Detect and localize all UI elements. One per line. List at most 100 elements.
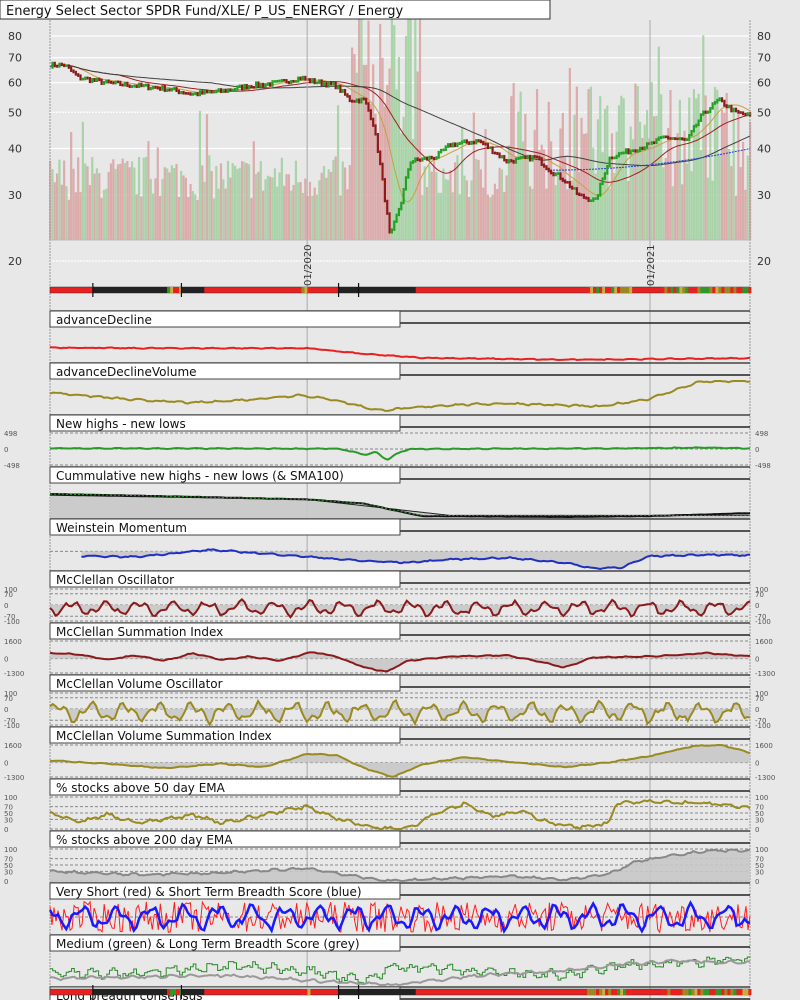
volume-bar [510, 96, 513, 240]
price-candle [439, 148, 443, 154]
price-candle [271, 80, 274, 87]
volume-bar [692, 89, 696, 240]
volume-bar [564, 156, 567, 240]
volume-bar [519, 91, 522, 241]
price-candle [465, 139, 468, 144]
price-candle [411, 160, 415, 164]
price-candle [360, 97, 363, 104]
level-label-right: -100 [755, 722, 771, 730]
volume-bar [428, 165, 431, 240]
volume-bar [372, 64, 375, 240]
price-candle [98, 77, 101, 82]
volume-bar [226, 160, 230, 240]
price-candle [397, 207, 401, 217]
volume-bar [681, 184, 684, 240]
status-segment-mixed [664, 989, 668, 995]
volume-bar [720, 110, 724, 240]
status-segment-mixed [587, 287, 591, 293]
volume-bar [741, 141, 745, 240]
volume-bar [699, 150, 703, 240]
panel-title: advanceDecline [56, 313, 152, 327]
volume-bar [58, 159, 61, 240]
price-candle [566, 180, 569, 184]
volume-bar [240, 161, 244, 240]
price-candle [379, 150, 382, 166]
volume-bar [294, 160, 298, 240]
price-candle [660, 136, 663, 140]
price-candle [126, 81, 129, 87]
volume-bar [119, 163, 122, 240]
price-candle [451, 142, 454, 148]
level-label-left: -498 [4, 462, 20, 470]
volume-bar [365, 64, 368, 240]
price-candle [636, 149, 639, 153]
price-candle [564, 179, 567, 184]
price-candle [208, 90, 211, 94]
volume-bar [264, 179, 267, 240]
status-segment-mixed [742, 287, 746, 293]
volume-bar [353, 54, 356, 241]
status-segment-mixed [617, 989, 621, 995]
level-label-left: 0 [4, 878, 8, 886]
price-candle [365, 97, 368, 105]
price-candle [409, 161, 412, 171]
volume-bar [496, 188, 499, 240]
price-candle [311, 78, 314, 84]
volume-bar [238, 167, 241, 240]
price-candle [219, 88, 223, 94]
status-segment-mixed [724, 287, 728, 293]
price-candle [51, 61, 54, 69]
panel-title: New highs - new lows [56, 417, 186, 431]
price-candle [262, 82, 265, 88]
volume-bar [329, 171, 333, 240]
volume-bar [533, 129, 536, 240]
price-candle [255, 81, 258, 89]
status-segment-mixed [706, 989, 710, 995]
volume-bar [367, 20, 370, 240]
status-segment-black [92, 989, 168, 995]
panel-title: Very Short (red) & Short Term Breadth Sc… [56, 885, 362, 899]
level-label-left: 1600 [4, 638, 22, 646]
price-candle [674, 137, 677, 141]
status-segment-mixed [745, 989, 749, 995]
price-candle [304, 75, 307, 81]
price-candle [243, 83, 246, 91]
status-segment-mixed [694, 989, 698, 995]
volume-bar [341, 161, 344, 240]
volume-bar [660, 94, 663, 241]
status-segment-mixed [700, 989, 704, 995]
volume-bar [201, 165, 204, 240]
price-candle [437, 150, 440, 159]
price-candle [580, 193, 583, 197]
volume-bar [224, 188, 227, 240]
price-candle [449, 143, 452, 148]
price-candle [369, 109, 372, 121]
volume-bar [285, 174, 288, 240]
status-segment-mixed [661, 287, 665, 293]
status-segment-mixed [307, 287, 311, 293]
price-candle [531, 155, 534, 162]
price-candle [547, 167, 550, 173]
volume-bar [154, 178, 157, 240]
volume-bar [98, 173, 101, 240]
level-label-left: -1300 [4, 774, 24, 782]
price-candle [713, 101, 717, 105]
volume-bar [116, 164, 120, 240]
volume-bar [67, 199, 70, 240]
volume-bar [369, 103, 372, 240]
price-candle [140, 82, 143, 88]
volume-bar [182, 175, 185, 240]
price-candle [280, 78, 283, 83]
status-segment-mixed [176, 287, 180, 293]
status-segment-black [181, 989, 205, 995]
price-candle [180, 90, 183, 95]
price-candle [252, 85, 255, 89]
volume-bar [107, 172, 110, 240]
level-label-left: 0 [4, 826, 8, 834]
volume-bar [535, 89, 539, 240]
price-candle [358, 98, 361, 104]
price-candle [638, 146, 642, 152]
volume-bar [60, 184, 63, 240]
level-label-right: 0 [755, 706, 759, 714]
volume-bar [706, 177, 710, 240]
